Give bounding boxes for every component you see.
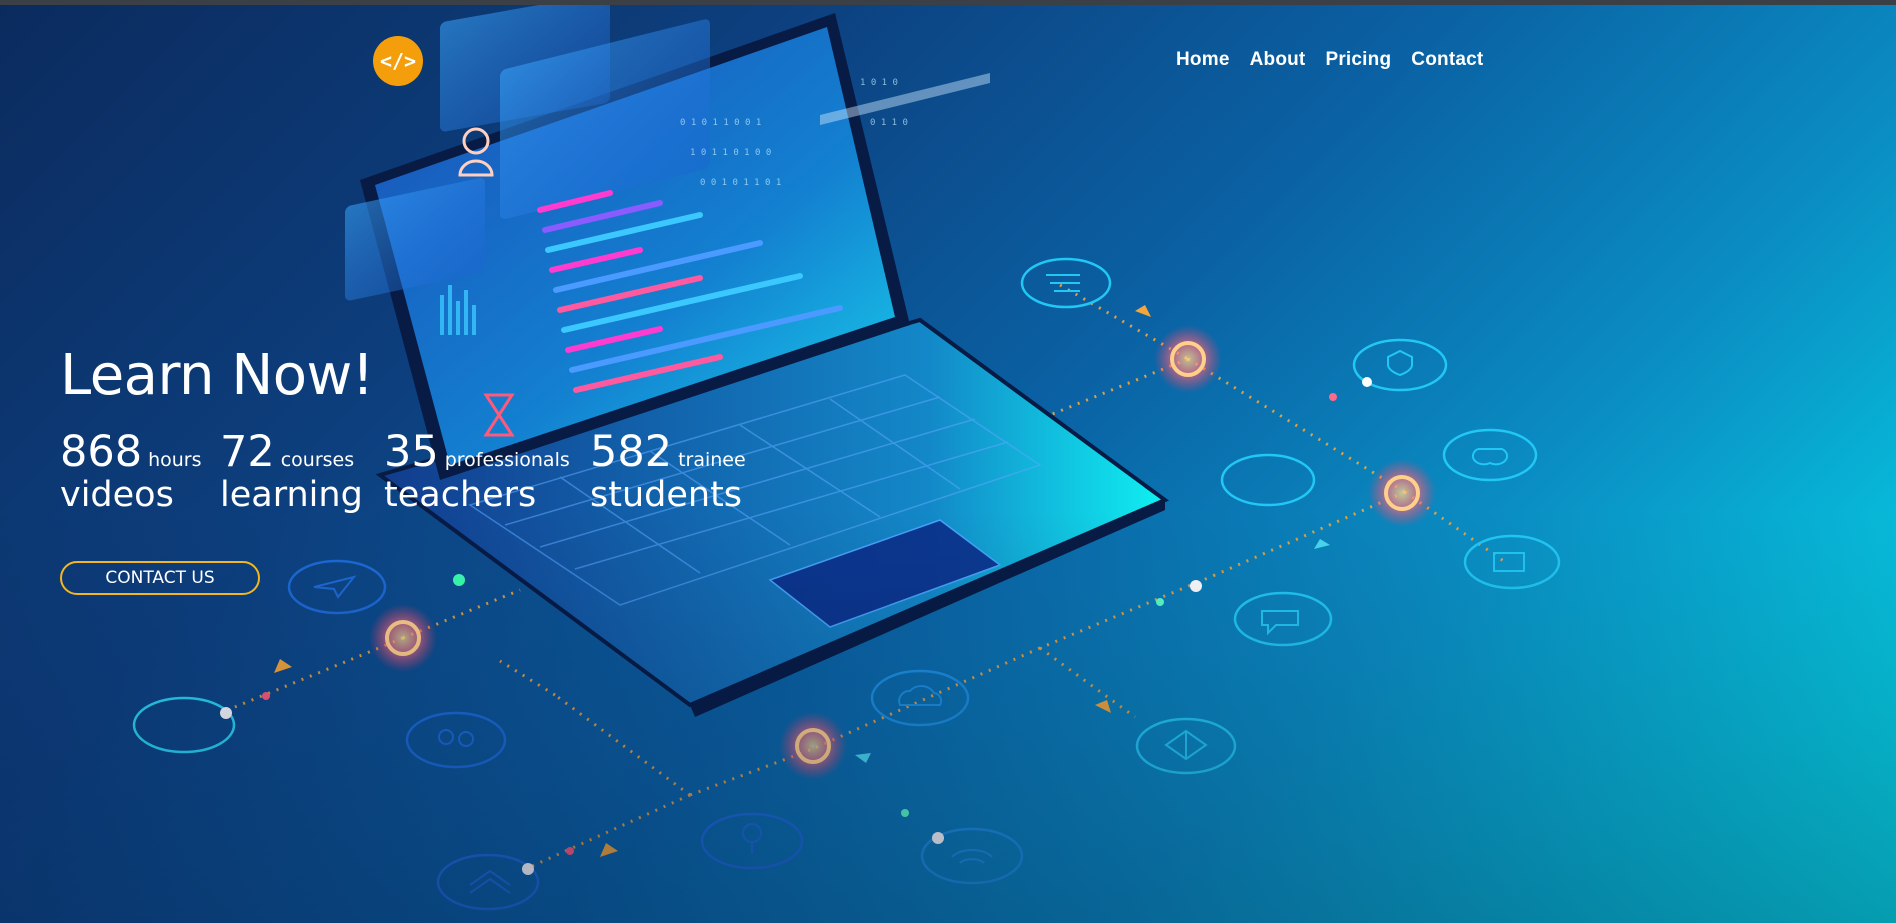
stat-number: 35 [384, 427, 439, 477]
book-stack-icon [436, 853, 540, 911]
hero-section: 0 1 0 1 1 0 0 1 1 0 1 1 0 1 0 0 0 0 1 0 … [0, 5, 1896, 923]
stat-unit: professionals [444, 449, 570, 471]
logo-code-icon[interactable]: </> [373, 36, 423, 86]
contact-us-button[interactable]: CONTACT US [60, 561, 260, 595]
hub-node [1368, 459, 1436, 527]
laptop: 0 1 0 1 1 0 0 1 1 0 1 1 0 1 0 0 0 0 1 0 … [345, 5, 1169, 717]
cloud-icon [870, 669, 970, 727]
stat-label: learning [220, 475, 363, 515]
stat-label: teachers [384, 475, 537, 515]
nav-contact[interactable]: Contact [1411, 49, 1483, 71]
stat-videos: 868 hours videos [60, 427, 202, 515]
stat-label: videos [60, 475, 174, 515]
stat-label: students [590, 475, 743, 515]
nav-home[interactable]: Home [1176, 49, 1230, 71]
image-icon [1220, 453, 1316, 507]
svg-text:0 0 1 0 1 1 0 1: 0 0 1 0 1 1 0 1 [700, 178, 781, 188]
cursor-icon [287, 559, 387, 615]
stat-unit: hours [148, 449, 202, 471]
stat-number: 868 [60, 427, 143, 477]
svg-text:1 0 1 0: 1 0 1 0 [860, 78, 898, 88]
group-icon [405, 711, 507, 769]
stat-students: 582 trainee students [590, 427, 746, 515]
stat-unit: trainee [678, 449, 746, 471]
hero-headline: Learn Now! [60, 343, 374, 408]
stat-unit: courses [280, 449, 355, 471]
svg-text:1 0 1 1 0 1 0 0: 1 0 1 1 0 1 0 0 [690, 148, 771, 158]
camera-icon [1463, 534, 1561, 590]
hub-node [779, 712, 847, 780]
stat-number: 72 [220, 427, 275, 477]
main-nav: Home About Pricing Contact [1176, 49, 1483, 71]
svg-text:0 1 1 0: 0 1 1 0 [870, 118, 908, 128]
nav-pricing[interactable]: Pricing [1325, 49, 1391, 71]
stat-number: 582 [590, 427, 673, 477]
hub-node [369, 604, 437, 672]
nav-about[interactable]: About [1250, 49, 1306, 71]
calculator-icon [132, 696, 236, 754]
location-icon [1442, 428, 1538, 482]
stat-teachers: 35 professionals teachers [384, 427, 570, 515]
svg-text:0 1 0 1 1 0 0 1: 0 1 0 1 1 0 0 1 [680, 118, 761, 128]
hub-node [1154, 325, 1222, 393]
chat-icon [1233, 591, 1333, 647]
stat-learning: 72 courses learning [220, 427, 363, 515]
